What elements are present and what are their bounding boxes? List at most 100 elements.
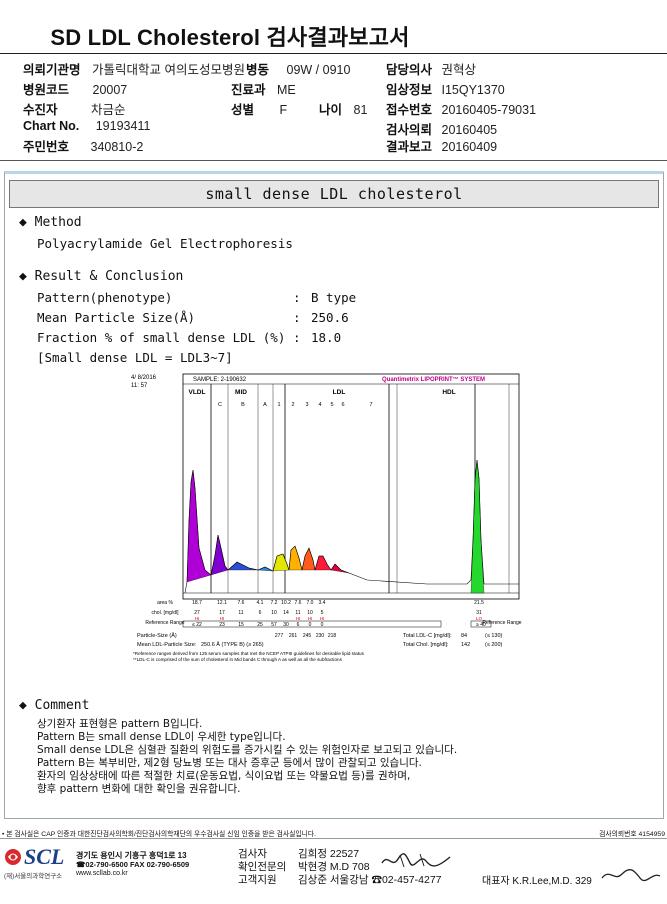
support-label: 고객지원 (238, 874, 277, 886)
particle-size-value: 230 (316, 633, 325, 639)
ldl-band-label: 1 (277, 402, 280, 408)
area-value: 12.1 (217, 600, 227, 606)
id-value: 340810-2 (90, 140, 144, 154)
hi-flag: HI (320, 616, 325, 621)
area-value: 4.1 (257, 600, 264, 606)
doctor-label: 담당의사 (386, 63, 433, 77)
report-panel: small dense LDL cholesterol ◆ Method Pol… (4, 171, 664, 819)
sex-value: F (279, 103, 288, 117)
lipoprint-graph: 4/ 8/2016 11: 57 SAMPLE: 2-190632 Quanti… (131, 373, 522, 662)
fraction-sep: : (293, 330, 301, 345)
physician-signature (381, 853, 451, 868)
patient-row: 수진자 차금순 (23, 99, 126, 118)
particle-size-value: 261 (289, 633, 298, 639)
chart-value: 19193411 (95, 119, 151, 133)
total-ldl-value: 84 (461, 633, 467, 639)
particle-size-value: 277 (275, 633, 284, 639)
pattern-label: Pattern(phenotype) (37, 290, 173, 305)
comment-line-6: 향후 pattern 변화에 대한 확인을 권유합니다. (37, 783, 241, 795)
method-heading: ◆ Method (19, 215, 82, 230)
ref-value: ≤ 22 (192, 622, 202, 628)
graph-time: 11: 57 (131, 383, 148, 389)
total-chol-ref: (≤ 200) (485, 642, 503, 648)
footer-rule (0, 838, 667, 839)
hi-flag: HI (220, 616, 225, 621)
mean-label: Mean LDL-Particle Size: (137, 642, 197, 648)
id-row: 주민번호 340810-2 (23, 136, 143, 155)
particle-size-value: 245 (303, 633, 312, 639)
area-value: 7.6 (295, 600, 302, 606)
header-bottom-rule (0, 160, 667, 161)
chol-value: 14 (283, 610, 289, 616)
ceo-signature (601, 868, 661, 882)
total-ldl-ref: (≤ 130) (485, 633, 503, 639)
scl-logo-text: SCL (24, 844, 65, 869)
fraction-value: 18.0 (311, 330, 342, 345)
label-ldl: LDL (333, 389, 346, 396)
ref-value: 25 (257, 622, 263, 628)
chol-row-label: chol. [mg/dl] (152, 610, 180, 616)
ref-row-label-right: Reference Range (482, 620, 521, 626)
ref-value: 30 (283, 622, 289, 628)
chart-row: Chart No. 19193411 (23, 119, 150, 133)
sd-ldl-definition: [Small dense LDL = LDL3~7] (37, 350, 233, 365)
ward-value: 09W / 0910 (286, 63, 351, 77)
ref-value: 15 (238, 622, 244, 628)
mean-value: 250.6 Å (TYPE B) (≥ 265) (201, 641, 264, 648)
pattern-sep: : (293, 290, 301, 305)
dept-label: 진료과 (231, 83, 266, 97)
graph-brand: Quantimetrix LIPOPRINT™ SYSTEM (382, 376, 485, 383)
report-title: SD LDL Cholesterol 검사결과보고서 (50, 25, 410, 50)
header-top-rule (0, 53, 667, 54)
ref-value: 23 (219, 622, 225, 628)
dept-row: 진료과 ME (231, 79, 296, 98)
doctor-value: 권혁상 (441, 63, 477, 77)
scl-logo-sub: (재)서울의과학연구소 (4, 873, 63, 880)
ward-label: 병동 (246, 63, 270, 77)
ldl-band-label: 4 (318, 402, 321, 408)
method-value: Polyacrylamide Gel Electrophoresis (37, 236, 293, 251)
area-value: 21.5 (474, 600, 484, 606)
ldl-band-label: 5 (330, 402, 333, 408)
footer-phone: ☎02-790-6500 FAX 02-790-6509 (76, 860, 190, 869)
label-mid: MID (235, 389, 247, 396)
chol-value: 11 (238, 610, 243, 616)
total-chol-value: 142 (461, 642, 470, 648)
receipt-row: 접수번호 20160405-79031 (386, 99, 536, 118)
particle-size-value: 218 (328, 633, 337, 639)
ref-value: 0 (309, 622, 312, 628)
scl-emblem-icon (5, 849, 21, 865)
request-value: 20160405 (441, 123, 498, 137)
clinical-row: 임상정보 I15QY1370 (386, 79, 505, 98)
hospital-code-label: 병원코드 (23, 83, 70, 97)
scl-logo: SCL (재)서울의과학연구소 (4, 844, 72, 880)
size-label: Mean Particle Size(Å) (37, 310, 196, 325)
doctor-row: 담당의사 권혁상 (386, 59, 476, 78)
receipt-value: 20160405-79031 (441, 103, 537, 117)
request-label: 검사의뢰 (386, 123, 433, 137)
report-banner: small dense LDL cholesterol (9, 180, 659, 208)
hi-flag: HI (296, 616, 301, 621)
support-value: 김상준 서울강남 ☎02-457-4277 (298, 874, 442, 886)
hospital-code-value: 20007 (92, 83, 128, 97)
institution-label: 의뢰기관명 (23, 63, 81, 77)
label-hdl: HDL (442, 389, 455, 396)
ref-value: ≥ 40 (476, 622, 486, 628)
area-value: 3.4 (319, 600, 326, 606)
age-row: 나이 81 (319, 99, 367, 118)
chol-value: 10 (271, 610, 277, 616)
size-value: 250.6 (311, 310, 349, 325)
patient-value: 차금순 (91, 103, 126, 117)
age-label: 나이 (319, 103, 343, 117)
area-value: 10.2 (281, 600, 291, 606)
ldl-band-label: 7 (369, 402, 372, 408)
receipt-label: 접수번호 (386, 103, 433, 117)
fraction-label: Fraction % of small dense LDL (%) (37, 330, 286, 345)
ldl-band-label: 3 (305, 402, 308, 408)
mid-band-label: C (218, 402, 222, 408)
sex-row: 성별 F (231, 99, 287, 118)
total-chol-label: Total Chol. [mg/dl]: (403, 642, 449, 648)
ldl-band-label: 6 (341, 402, 344, 408)
comment-heading: ◆ Comment (19, 698, 90, 713)
footer-note-right: 검사의뢰번호 4154959 (599, 831, 665, 838)
